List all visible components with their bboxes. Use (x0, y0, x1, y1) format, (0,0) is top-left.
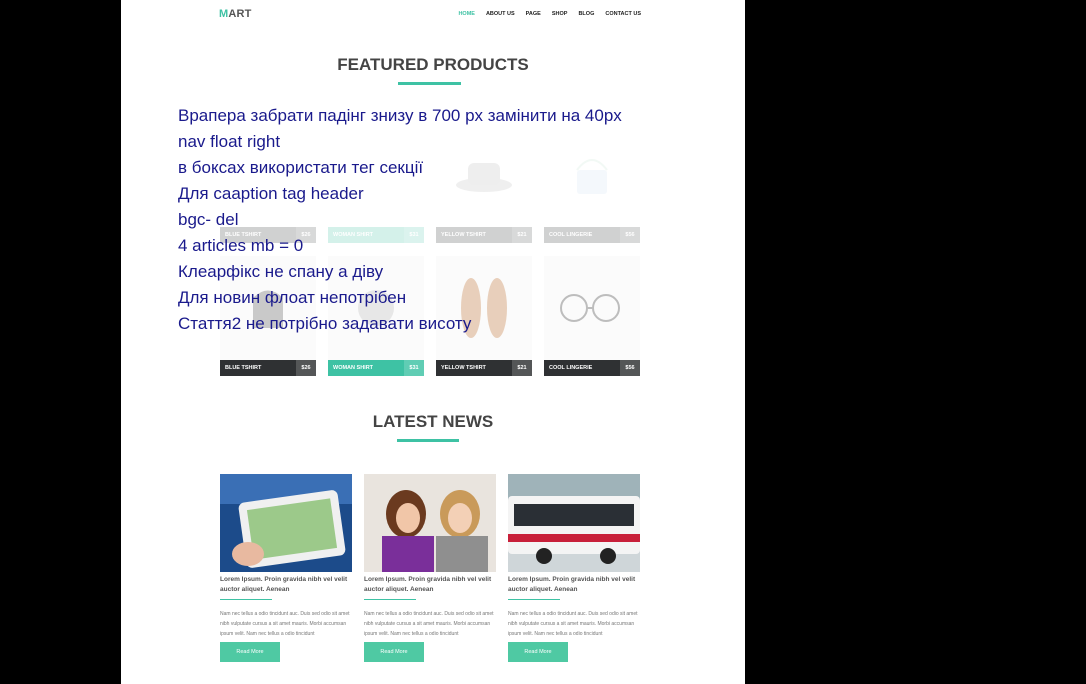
bus-photo[interactable] (508, 474, 640, 572)
note-line: Стаття2 не потрібно задавати висоту (178, 314, 472, 333)
note-line: bgc- del (178, 210, 239, 229)
tablet-map-photo[interactable] (220, 474, 352, 572)
read-more-button[interactable]: Read More (364, 642, 424, 662)
nav-about-us[interactable]: ABOUT US (486, 11, 515, 17)
latest-news-title: LATEST NEWS (372, 412, 494, 431)
featured-underline (398, 82, 461, 85)
nav-home[interactable]: HOME (458, 11, 475, 17)
note-line: Клеарфікс не спану а діву (178, 262, 384, 281)
note-line: 4 articles mb = 0 (178, 236, 304, 255)
note-line: Для новин флоат непотрібен (178, 288, 407, 307)
nav-contact-us[interactable]: CONTACT US (605, 11, 641, 17)
nav-blog[interactable]: BLOG (578, 11, 594, 17)
review-notes: Врапера забрати падінг знизу в 700 px за… (178, 103, 622, 337)
note-line: nav float right (178, 132, 281, 151)
logo[interactable]: MART (219, 8, 252, 20)
note-line: Врапера забрати падінг знизу в 700 px за… (178, 106, 622, 125)
nav-shop[interactable]: SHOP (552, 11, 568, 17)
nav-page[interactable]: PAGE (526, 11, 541, 17)
read-more-button[interactable]: Read More (220, 642, 280, 662)
main-nav: HOME ABOUT US PAGE SHOP BLOG CONTACT US (458, 11, 641, 17)
read-more-button[interactable]: Read More (508, 642, 568, 662)
featured-products-title: FEATURED PRODUCTS (337, 55, 529, 74)
note-line: Для caaption tag header (178, 184, 364, 203)
note-line: в боксах використати тег секції (178, 158, 424, 177)
students-photo[interactable] (364, 474, 496, 572)
news-underline (397, 439, 459, 442)
